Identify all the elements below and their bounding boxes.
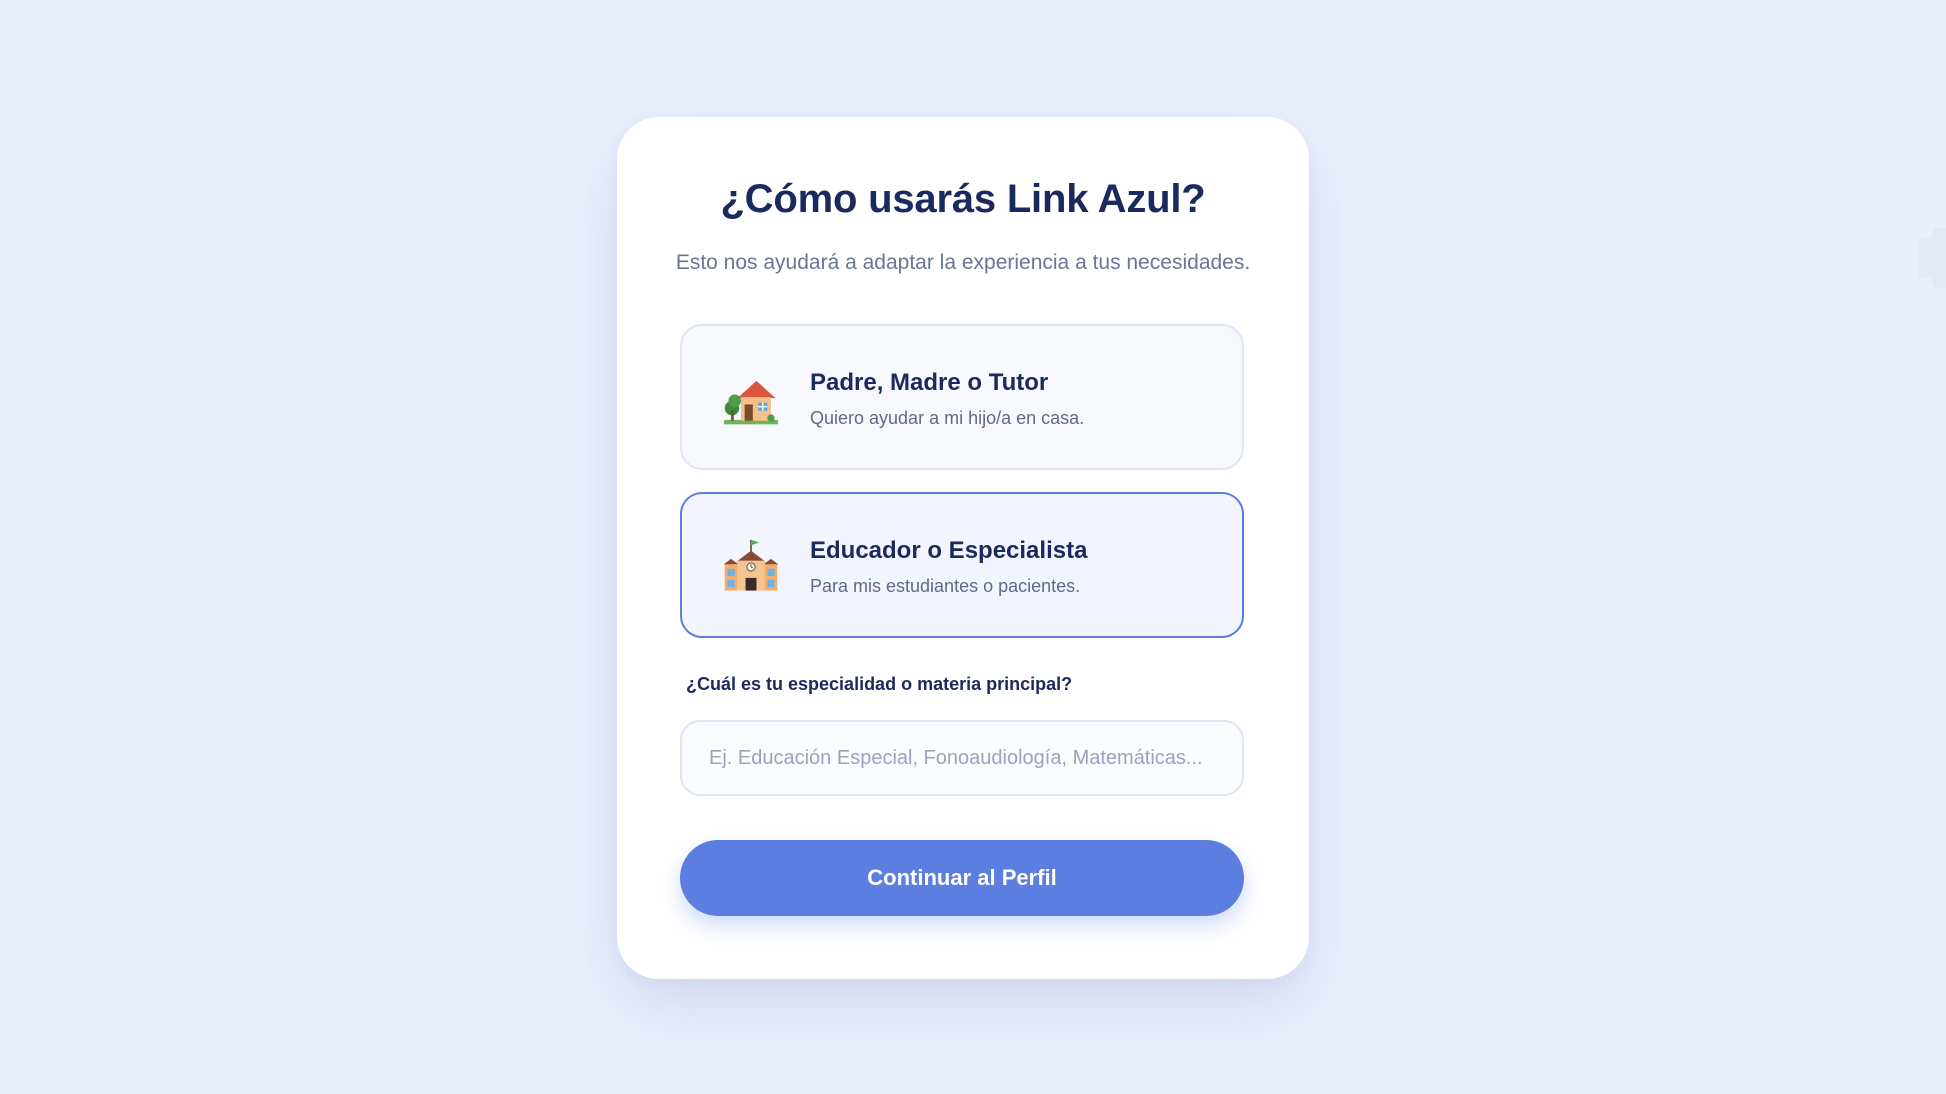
specialty-input[interactable] bbox=[680, 720, 1244, 796]
specialty-field-label: ¿Cuál es tu especialidad o materia princ… bbox=[686, 674, 1073, 694]
school-icon bbox=[723, 539, 779, 591]
onboarding-card: ¿Cómo usarás Link Azul? Esto nos ayudará… bbox=[617, 117, 1309, 979]
role-option-title: Padre, Madre o Tutor bbox=[810, 369, 1049, 396]
role-option-description: Quiero ayudar a mi hijo/a en casa. bbox=[810, 408, 1085, 428]
role-option-title: Educador o Especialista bbox=[810, 537, 1088, 564]
gear-decoration-icon bbox=[1919, 228, 1946, 288]
house-icon bbox=[723, 380, 779, 425]
role-option-description: Para mis estudiantes o pacientes. bbox=[810, 576, 1081, 596]
page-subtitle: Esto nos ayudará a adaptar la experienci… bbox=[675, 251, 1251, 274]
page-title: ¿Cómo usarás Link Azul? bbox=[720, 177, 1206, 221]
role-option-parent[interactable]: Padre, Madre o Tutor Quiero ayudar a mi … bbox=[680, 324, 1244, 470]
role-option-educator[interactable]: Educador o Especialista Para mis estudia… bbox=[680, 492, 1244, 638]
continue-button[interactable]: Continuar al Perfil bbox=[680, 840, 1244, 916]
